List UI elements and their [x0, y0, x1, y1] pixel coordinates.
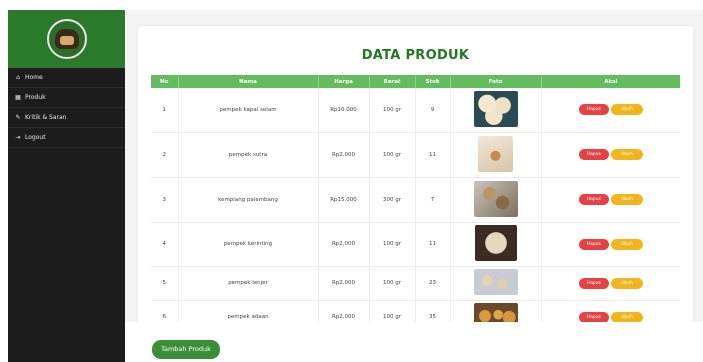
table-row: 1 pempek kapal selam Rp10.000 100 gr 9 H…	[151, 88, 680, 133]
product-photo	[473, 90, 518, 127]
edit-button[interactable]: Ubah	[610, 149, 643, 160]
cell-stok: 23	[415, 266, 451, 301]
brand-logo[interactable]	[46, 19, 87, 59]
column-header-berat: Berat	[369, 75, 416, 88]
cell-stok: 7	[415, 177, 451, 223]
cell-nama: pempek kerinting	[178, 222, 319, 267]
cell-aksi: Hapus Ubah	[541, 177, 680, 223]
sidebar: ⌂ Home ▦ Produk ✎ Kritik & Saran ⇥ Logou…	[8, 10, 125, 362]
comment-icon: ✎	[15, 114, 21, 121]
product-photo	[473, 269, 518, 295]
product-table: No Nama Harga Berat Stok Foto Aksi 1 pem…	[151, 75, 680, 328]
column-header-no: No	[151, 75, 179, 88]
table-row: 5 pempek lenjer Rp2,000 100 gr 23 Hapus U…	[151, 266, 680, 301]
edit-button[interactable]: Ubah	[610, 194, 643, 205]
sidebar-item-logout[interactable]: ⇥ Logout	[8, 128, 125, 148]
table-row: 4 pempek kerinting Rp2,000 100 gr 11 Hap…	[151, 222, 680, 267]
cell-nama: pempek lenjer	[178, 266, 319, 301]
delete-button[interactable]: Hapus	[578, 311, 609, 323]
cell-foto	[450, 88, 542, 133]
home-icon: ⌂	[16, 74, 20, 81]
cell-foto	[450, 132, 542, 178]
edit-button[interactable]: Ubah	[610, 311, 643, 323]
logout-icon: ⇥	[15, 134, 21, 141]
table-row: 2 pempek sutra Rp2,000 100 gr 11 Hapus Ub…	[151, 132, 680, 178]
column-header-harga: Harga	[318, 75, 370, 88]
cell-harga: Rp2,000	[318, 222, 370, 267]
cell-foto	[450, 266, 542, 301]
column-header-nama: Nama	[178, 75, 319, 88]
edit-button[interactable]: Ubah	[610, 104, 643, 116]
sidebar-item-label: Kritik & Saran	[25, 114, 67, 121]
cell-harga: Rp2,000	[318, 132, 370, 178]
sidebar-item-home[interactable]: ⌂ Home	[8, 68, 125, 88]
cell-aksi: Hapus Ubah	[541, 132, 680, 178]
cell-berat: 300 gr	[369, 177, 416, 223]
cell-aksi: Hapus Ubah	[541, 88, 680, 133]
cell-no: 5	[151, 266, 179, 301]
grid-icon: ▦	[15, 94, 21, 101]
cell-foto	[450, 177, 542, 223]
cell-stok: 11	[415, 222, 451, 267]
page-title: DATA PRODUK	[361, 48, 470, 63]
sidebar-item-label: Produk	[25, 94, 46, 101]
sidebar-header	[8, 10, 125, 68]
cell-nama: kemplang palembang	[178, 177, 319, 223]
product-card: DATA PRODUK No Nama Harga Berat Stok Fot…	[138, 26, 693, 328]
sidebar-item-label: Home	[25, 74, 43, 81]
cell-berat: 100 gr	[369, 222, 416, 267]
table-row: 3 kemplang palembang Rp15,000 300 gr 7 H…	[151, 177, 680, 223]
cell-no: 2	[151, 132, 179, 178]
cell-berat: 100 gr	[369, 88, 416, 133]
cell-nama: pempek kapal selam	[178, 88, 319, 133]
table-header-row: No Nama Harga Berat Stok Foto Aksi	[151, 75, 680, 88]
cell-berat: 100 gr	[369, 132, 416, 178]
cell-no: 4	[151, 222, 179, 267]
edit-button[interactable]: Ubah	[610, 277, 643, 289]
cell-stok: 9	[415, 88, 451, 133]
cell-harga: Rp2,000	[318, 266, 370, 301]
column-header-stok: Stok	[415, 75, 451, 88]
cell-harga: Rp10.000	[318, 88, 370, 133]
sidebar-item-produk[interactable]: ▦ Produk	[8, 88, 125, 108]
delete-button[interactable]: Hapus	[578, 149, 609, 160]
logo-mascot-icon	[54, 29, 79, 49]
cell-foto	[450, 222, 542, 267]
column-header-foto: Foto	[450, 75, 542, 88]
edit-button[interactable]: Ubah	[610, 238, 643, 250]
cell-no: 3	[151, 177, 179, 223]
sidebar-item-label: Logout	[25, 134, 46, 141]
product-photo	[474, 225, 517, 261]
cell-aksi: Hapus Ubah	[541, 266, 680, 301]
delete-button[interactable]: Hapus	[578, 194, 609, 205]
cell-berat: 100 gr	[369, 266, 416, 301]
delete-button[interactable]: Hapus	[578, 277, 609, 289]
cell-nama: pempek sutra	[178, 132, 319, 178]
delete-button[interactable]: Hapus	[578, 104, 609, 116]
sidebar-nav: ⌂ Home ▦ Produk ✎ Kritik & Saran ⇥ Logou…	[8, 68, 125, 148]
column-header-aksi: Aksi	[604, 78, 618, 85]
cell-aksi: Hapus Ubah	[541, 222, 680, 267]
product-photo	[473, 180, 518, 217]
product-photo	[478, 135, 513, 172]
delete-button[interactable]: Hapus	[578, 238, 609, 250]
add-product-button[interactable]: Tambah Produk	[152, 340, 220, 359]
sidebar-item-kritik-saran[interactable]: ✎ Kritik & Saran	[8, 108, 125, 128]
cell-no: 1	[151, 88, 179, 133]
cell-stok: 11	[415, 132, 451, 178]
cell-harga: Rp15,000	[318, 177, 370, 223]
